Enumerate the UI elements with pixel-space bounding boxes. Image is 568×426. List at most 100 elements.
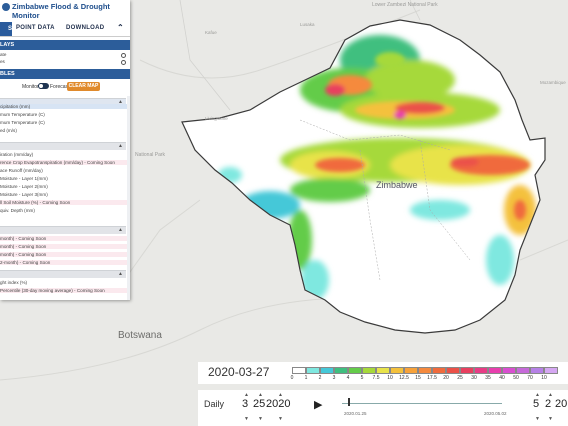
start-month-field[interactable]: 3 (242, 398, 248, 410)
overlay-radio[interactable] (121, 60, 126, 65)
variable-row[interactable]: month) - Coming Soon (0, 252, 128, 257)
track-end-label: 2020.05.02 (484, 411, 507, 416)
chevron-down-icon[interactable]: ▼ (258, 416, 263, 422)
legend-tick-label: 7.5 (372, 375, 380, 381)
time-slider-track[interactable] (342, 403, 502, 404)
chevron-down-icon[interactable]: ▼ (548, 416, 553, 422)
variable-max-temp[interactable]: mum Temperature (C) (0, 112, 128, 117)
toggle-knob (38, 83, 44, 89)
variable-row[interactable]: month) - Coming Soon (0, 236, 128, 241)
color-legend: 2020-03-27 0 1 2 3 4 5 7.5 10 12.5 15 17.5 20 25 30 35… (198, 362, 568, 384)
group-header-hydrology[interactable]: ▲ (0, 142, 126, 150)
legend-tick-label: 15 (415, 375, 421, 381)
legend-swatch (306, 367, 320, 374)
legend-swatch (460, 367, 474, 374)
legend-tick-label: 10 (387, 375, 393, 381)
play-icon[interactable]: ▶ (314, 398, 322, 411)
legend-tick-label: 40 (499, 375, 505, 381)
legend-tick-label: 10 (541, 375, 547, 381)
legend-tick-label: 12.5 (399, 375, 409, 381)
legend-swatch (446, 367, 460, 374)
legend-swatch (488, 367, 502, 374)
monitor-forecast-toggle[interactable] (38, 83, 49, 89)
legend-tick-label: 5 (360, 375, 364, 381)
legend-tick-label: 4 (346, 375, 350, 381)
variable-row[interactable]: iration (mm/day) (0, 152, 128, 157)
timestep-select[interactable]: Daily (204, 399, 224, 409)
logo-icon (2, 3, 10, 11)
map-label-lower-zambezi: Lower Zambezi National Park (372, 2, 438, 8)
tab-download[interactable]: DOWNLOAD (66, 25, 104, 31)
end-year-field[interactable]: 20 (555, 398, 567, 410)
legend-tick-label: 50 (513, 375, 519, 381)
chevron-up-icon: ▲ (118, 143, 123, 149)
map-label-lusaka: Lusaka (300, 22, 315, 27)
start-year-field[interactable]: 2020 (266, 398, 290, 410)
layer-panel: Zimbabwe Flood & Drought Monitor S POINT… (0, 0, 130, 300)
legend-swatch (418, 367, 432, 374)
variable-row[interactable]: 2-month) - Coming Soon (0, 260, 128, 265)
panel-header: Zimbabwe Flood & Drought Monitor (0, 0, 130, 22)
legend-swatch (474, 367, 488, 374)
clear-map-button[interactable]: CLEAR MAP (67, 82, 100, 91)
overlays-section-header[interactable]: LAYS (0, 40, 130, 50)
legend-swatch (502, 367, 516, 374)
chevron-down-icon[interactable]: ▼ (278, 416, 283, 422)
legend-swatch (544, 367, 558, 374)
chevron-up-icon: ▲ (118, 227, 123, 233)
tab-point-data[interactable]: POINT DATA (16, 25, 55, 31)
panel-title: Zimbabwe Flood & Drought Monitor (12, 2, 110, 20)
variable-row[interactable]: Moisture - Layer 2(mm) (0, 184, 128, 189)
variable-row[interactable]: Moisture - Layer 3(mm) (0, 192, 128, 197)
end-day-field[interactable]: 2 (545, 398, 551, 410)
group-header-indices[interactable]: ▲ (0, 226, 126, 234)
legend-swatch (334, 367, 348, 374)
variable-precipitation[interactable]: cipitation (mm) (0, 104, 128, 109)
variable-row[interactable]: Moisture - Layer 1(mm) (0, 176, 128, 181)
variable-row[interactable]: rence Crop Evapotranspiration (mm/day) -… (0, 160, 128, 165)
variable-row[interactable]: month) - Coming Soon (0, 244, 128, 249)
variable-row[interactable]: Percentile (30-day moving average) - Com… (0, 288, 128, 293)
legend-tick-label: 25 (457, 375, 463, 381)
end-month-field[interactable]: 5 (533, 398, 539, 410)
chevron-down-icon[interactable]: ▼ (535, 416, 540, 422)
legend-tick-label: 35 (485, 375, 491, 381)
legend-tick-label: 0 (290, 375, 294, 381)
track-start-label: 2020.01.25 (344, 411, 367, 416)
map-label-botswana: Botswana (118, 330, 162, 341)
tab-layers[interactable]: S (0, 22, 12, 36)
legend-tick-label: 30 (471, 375, 477, 381)
chevron-up-icon: ▲ (118, 271, 123, 277)
legend-swatch (516, 367, 530, 374)
timeline-control: Daily ▲ ▼ 3 ▲ ▼ 25 ▲ ▼ 2020 ▶ 2020.01.25… (198, 390, 568, 426)
double-chevron-up-icon[interactable]: ⌃ (117, 23, 124, 32)
group-header-drought[interactable]: ▲ (0, 270, 126, 278)
variable-row[interactable]: ght index (%) (0, 280, 128, 285)
variable-min-temp[interactable]: mum Temperature (C) (0, 120, 128, 125)
chevron-down-icon[interactable]: ▼ (244, 416, 249, 422)
panel-scrollbar[interactable] (127, 96, 130, 300)
variable-row[interactable]: ace Runoff (mm/day) (0, 168, 128, 173)
legend-date: 2020-03-27 (208, 365, 270, 379)
variable-wind-speed[interactable]: ed (m/s) (0, 128, 128, 133)
overlay-row[interactable]: ate (0, 52, 128, 57)
legend-tick-label: 3 (332, 375, 336, 381)
legend-swatch (292, 367, 306, 374)
legend-swatch (320, 367, 334, 374)
legend-swatch (404, 367, 418, 374)
map-label-country: Zimbabwe (376, 180, 418, 190)
time-slider-thumb[interactable] (348, 398, 350, 406)
legend-swatch (348, 367, 362, 374)
legend-tick-label: 70 (527, 375, 533, 381)
overlay-radio[interactable] (121, 53, 126, 58)
panel-nav: S POINT DATA DOWNLOAD ⌃ (0, 22, 130, 37)
overlay-row[interactable]: es (0, 59, 128, 64)
map-label-livingstone: Livingstone (205, 116, 228, 121)
legend-swatch (530, 367, 544, 374)
legend-tick-label: 2 (318, 375, 322, 381)
legend-swatch (376, 367, 390, 374)
variables-section-header[interactable]: BLES (0, 69, 130, 79)
variable-row[interactable]: quiv. Depth (mm) (0, 208, 128, 213)
start-day-field[interactable]: 25 (253, 398, 265, 410)
variable-row[interactable]: ll Soil Moisture (%) - Coming Soon (0, 200, 128, 205)
